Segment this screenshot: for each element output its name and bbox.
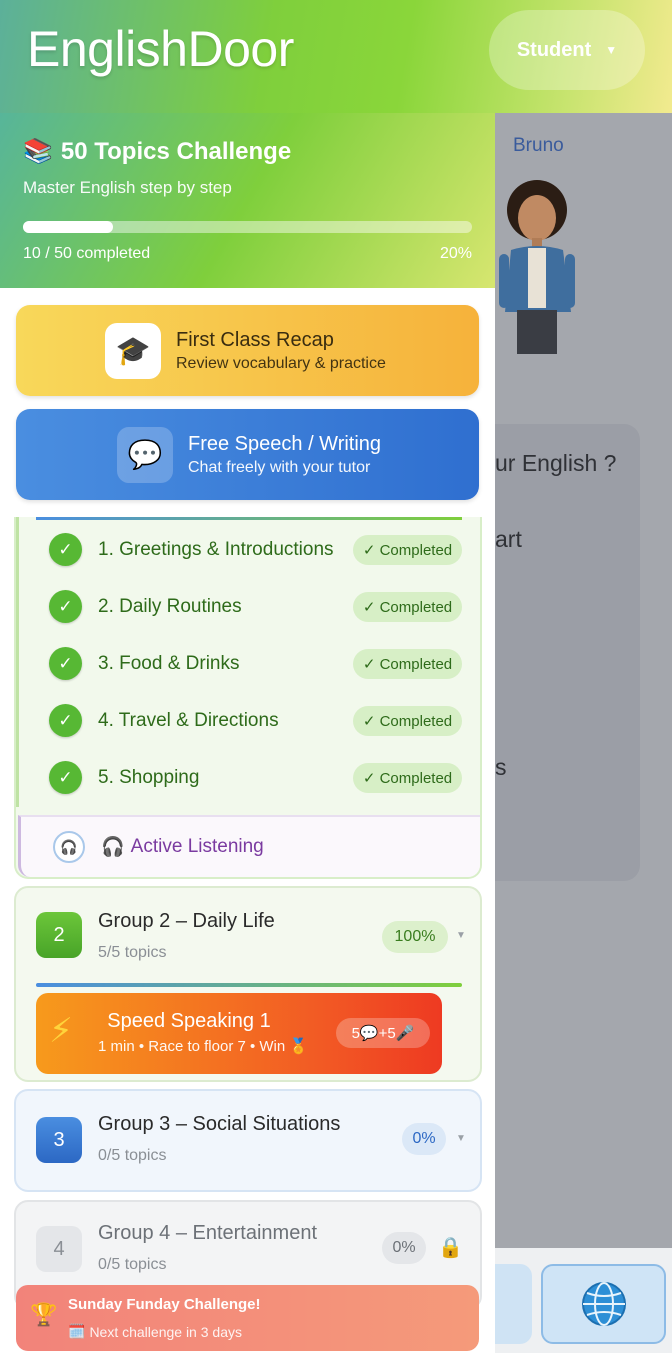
topic-item[interactable]: ✓ 1. Greetings & Introductions ✓ Complet… — [16, 521, 480, 578]
group-2-card[interactable]: 2 Group 2 – Daily Life 5/5 topics 100% ▼… — [14, 886, 482, 1082]
active-listening-item[interactable]: 🎧 🎧 Active Listening — [18, 815, 480, 877]
topics-sidebar: 📚 50 Topics Challenge Master English ste… — [0, 113, 495, 1353]
check-icon: ✓ — [49, 761, 82, 794]
tutor-name: Bruno — [513, 135, 564, 156]
completed-badge: ✓ Completed — [353, 534, 462, 565]
speed-speaking-button[interactable]: ⚡ Speed Speaking 1 1 min • Race to floor… — [36, 993, 442, 1074]
group-number-badge: 2 — [36, 912, 82, 958]
group-percent-badge: 0% — [382, 1232, 426, 1264]
completed-badge: ✓ Completed — [353, 705, 462, 736]
app-header: EnglishDoor Student ▼ — [0, 0, 672, 113]
topic-label: 1. Greetings & Introductions — [98, 538, 334, 560]
books-icon: 📚 — [23, 138, 53, 165]
listening-label-row: 🎧 Active Listening — [101, 835, 264, 859]
calendar-icon: 🗓️ — [68, 1323, 86, 1339]
first-class-recap-button[interactable]: 🎓 First Class Recap Review vocabulary & … — [16, 305, 479, 396]
tutor-avatar — [499, 180, 575, 354]
topic-item[interactable]: ✓ 3. Food & Drinks ✓ Completed — [16, 635, 480, 692]
topic-item[interactable]: ✓ 4. Travel & Directions ✓ Completed — [16, 692, 480, 749]
headphones-icon: 🎧 — [53, 831, 85, 863]
group-divider — [36, 983, 462, 987]
sunday-title: Sunday Funday Challenge! — [68, 1296, 261, 1313]
challenge-progress-fill — [23, 221, 113, 233]
speed-speaking-title: Speed Speaking 1 — [107, 1010, 271, 1032]
check-icon: ✓ — [49, 590, 82, 623]
tutor-chat-card — [478, 424, 640, 881]
free-speech-button[interactable]: 💬 Free Speech / Writing Chat freely with… — [16, 409, 479, 500]
completed-badge: ✓ Completed — [353, 591, 462, 622]
group-topic-count: 0/5 topics — [98, 1147, 167, 1164]
speech-title: Free Speech / Writing — [188, 432, 382, 455]
check-icon: ✓ — [49, 647, 82, 680]
chevron-down-icon[interactable]: ▼ — [456, 1133, 466, 1144]
chat-fragment: ur English ? — [495, 450, 617, 476]
speech-subtitle: Chat freely with your tutor — [188, 458, 371, 476]
globe-icon — [581, 1282, 626, 1326]
topic-label: 5. Shopping — [98, 766, 200, 788]
group-title: Group 3 – Social Situations — [98, 1113, 341, 1135]
challenge-title: 50 Topics Challenge — [60, 137, 292, 165]
sunday-subtitle: Next challenge in 3 days — [89, 1323, 242, 1340]
check-icon: ✓ — [49, 704, 82, 737]
chat-fragment: art — [495, 526, 522, 552]
headphones-icon: 🎧 — [101, 837, 125, 858]
group-topic-count: 0/5 topics — [98, 1256, 167, 1273]
lock-icon: 🔒 — [438, 1237, 463, 1259]
topic-label: 4. Travel & Directions — [98, 709, 279, 731]
chevron-down-icon: ▼ — [605, 43, 618, 57]
sunday-subtitle-row: 🗓️ Next challenge in 3 days — [68, 1323, 242, 1340]
recap-title: First Class Recap — [176, 328, 334, 351]
challenge-banner: 📚 50 Topics Challenge Master English ste… — [0, 113, 495, 288]
group-3-card[interactable]: 3 Group 3 – Social Situations 0/5 topics… — [14, 1089, 482, 1192]
role-label: Student — [516, 38, 592, 61]
chat-fragment: s — [495, 754, 507, 780]
topic-item[interactable]: ✓ 5. Shopping ✓ Completed — [16, 749, 480, 806]
recap-subtitle: Review vocabulary & practice — [176, 354, 386, 372]
app-brand-logo: EnglishDoor — [27, 21, 294, 77]
sunday-challenge-banner[interactable]: 🏆 Sunday Funday Challenge! 🗓️ Next chall… — [16, 1285, 479, 1351]
graduation-cap-icon: 🎓 — [105, 322, 161, 379]
challenge-completed-count: 10 / 50 completed — [23, 245, 151, 262]
group-1-expanded: ✓ 1. Greetings & Introductions ✓ Complet… — [14, 517, 482, 879]
medal-icon: 🏅 — [289, 1038, 309, 1055]
group-title: Group 2 – Daily Life — [98, 910, 275, 932]
language-button[interactable] — [541, 1264, 666, 1344]
group-topic-count: 5/5 topics — [98, 944, 167, 961]
group-percent-badge: 100% — [382, 921, 448, 953]
group-title: Group 4 – Entertainment — [98, 1222, 318, 1244]
role-selector-button[interactable]: Student ▼ — [489, 10, 645, 90]
listening-label: Active Listening — [130, 836, 264, 857]
reward-badge: 5💬+5🎤 — [336, 1018, 430, 1048]
group-divider — [36, 517, 462, 520]
group-number-badge: 4 — [36, 1226, 82, 1272]
completed-badge: ✓ Completed — [353, 648, 462, 679]
group-percent-badge: 0% — [402, 1123, 446, 1155]
check-icon: ✓ — [49, 533, 82, 566]
challenge-progress-bar — [23, 221, 472, 233]
speed-speaking-subtitle: 1 min • Race to floor 7 • Win — [98, 1038, 286, 1055]
speed-speaking-subtitle-row: 1 min • Race to floor 7 • Win 🏅 — [98, 1037, 308, 1055]
completed-badge: ✓ Completed — [353, 762, 462, 793]
trophy-icon: 🏆 — [30, 1302, 58, 1327]
challenge-title-row: 📚 50 Topics Challenge — [23, 137, 291, 166]
challenge-subtitle: Master English step by step — [23, 178, 232, 197]
topic-label: 3. Food & Drinks — [98, 652, 240, 674]
group-number-badge: 3 — [36, 1117, 82, 1163]
topic-label: 2. Daily Routines — [98, 595, 242, 617]
chevron-down-icon[interactable]: ▼ — [456, 930, 466, 941]
challenge-percent: 20% — [439, 245, 472, 262]
topic-item[interactable]: ✓ 2. Daily Routines ✓ Completed — [16, 578, 480, 635]
speech-bubble-icon: 💬 — [117, 426, 173, 483]
